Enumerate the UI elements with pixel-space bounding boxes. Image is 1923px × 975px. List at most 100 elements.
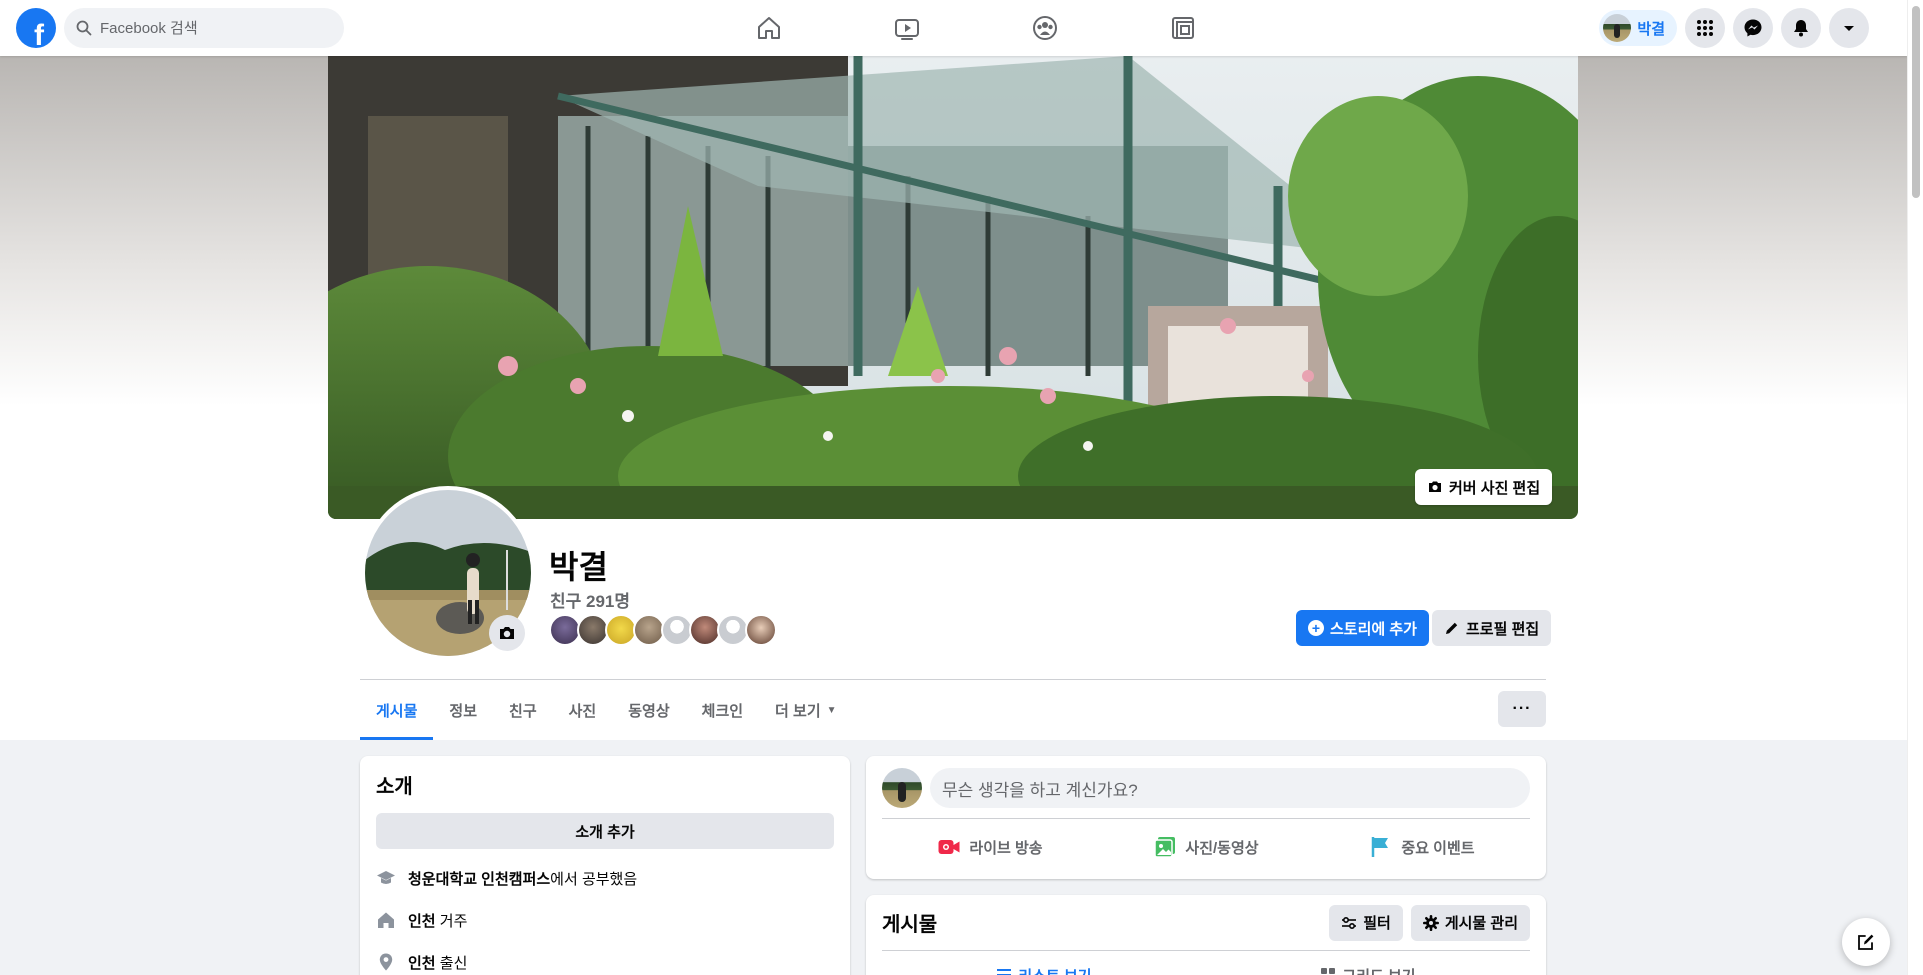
live-video-icon xyxy=(938,840,960,854)
list-icon xyxy=(997,969,1012,975)
home-icon xyxy=(758,17,780,39)
camera-icon xyxy=(1429,481,1441,492)
edit-cover-photo-label: 커버 사진 편집 xyxy=(1449,479,1541,497)
cover-photo[interactable] xyxy=(328,56,1578,519)
notifications-icon xyxy=(1794,20,1808,37)
composer-input[interactable]: 무슨 생각을 하고 계신가요? xyxy=(930,768,1530,808)
facebook-logo-letter: f xyxy=(34,19,44,49)
more-options-button[interactable]: ··· xyxy=(1498,691,1546,727)
posts-card: 게시물 필터 게시물 관리 리스트 보기 그리드 보기 xyxy=(866,895,1546,975)
intro-education-school[interactable]: 청운대학교 인천캠퍼스 xyxy=(408,871,550,888)
camera-icon xyxy=(500,627,514,639)
search-input[interactable] xyxy=(100,19,320,37)
messenger-button[interactable] xyxy=(1733,8,1773,48)
menu-button[interactable] xyxy=(1685,8,1725,48)
tab-label: 체크인 xyxy=(701,702,744,720)
live-video-label: 라이브 방송 xyxy=(969,839,1043,857)
photo-video-button[interactable]: 사진/동영상 xyxy=(1141,827,1270,867)
profile-chip[interactable]: 박결 xyxy=(1599,10,1677,46)
plus-icon: + xyxy=(1308,620,1324,636)
composer-actions: 라이브 방송 사진/동영상 중요 이벤트 xyxy=(882,819,1530,867)
home-icon xyxy=(378,912,394,928)
watch-icon xyxy=(895,19,919,40)
friend-count[interactable]: 친구 291명 xyxy=(550,587,630,612)
profile-name: 박결 xyxy=(549,549,608,585)
intro-from: 인천 출신 xyxy=(376,949,834,975)
tab-photos[interactable]: 사진 xyxy=(553,680,613,740)
add-intro-button[interactable]: 소개 추가 xyxy=(376,813,834,849)
cover-photo-image xyxy=(328,56,1578,519)
manage-posts-label: 게시물 관리 xyxy=(1444,915,1518,932)
gaming-icon xyxy=(1172,17,1194,39)
live-video-button[interactable]: 라이브 방송 xyxy=(925,827,1054,867)
profile-tabs: 게시물 정보 친구 사진 동영상 체크인 더 보기 ▼ xyxy=(360,680,853,740)
page-scrollbar[interactable] xyxy=(1907,0,1923,975)
intro-lives-in-city[interactable]: 인천 xyxy=(408,913,436,930)
tab-friends[interactable]: 친구 xyxy=(493,680,553,740)
friend-avatars xyxy=(549,614,777,646)
tab-checkins[interactable]: 체크인 xyxy=(686,680,759,740)
photo-video-icon xyxy=(1154,837,1176,858)
posts-actions: 필터 게시물 관리 xyxy=(1329,904,1530,941)
search-bar[interactable] xyxy=(64,8,344,48)
life-event-label: 중요 이벤트 xyxy=(1401,839,1475,857)
intro-title: 소개 xyxy=(376,776,413,798)
intro-from-text: 출신 xyxy=(435,954,468,972)
profile-chip-name: 박결 xyxy=(1637,20,1665,38)
life-event-button[interactable]: 중요 이벤트 xyxy=(1357,827,1486,867)
filter-label: 필터 xyxy=(1363,915,1391,932)
nav-gaming[interactable] xyxy=(1114,0,1252,56)
photo-video-label: 사진/동영상 xyxy=(1185,839,1259,857)
new-message-button[interactable] xyxy=(1842,918,1890,966)
right-nav: 박결 xyxy=(1599,8,1869,48)
tab-label: 정보 xyxy=(449,702,478,720)
posts-view-toggle: 리스트 보기 그리드 보기 xyxy=(882,951,1530,975)
life-event-flag-icon xyxy=(1372,837,1389,857)
list-view-tab[interactable]: 리스트 보기 xyxy=(882,951,1206,975)
composer-top-row: 무슨 생각을 하고 계신가요? xyxy=(882,768,1530,819)
pencil-icon xyxy=(1446,622,1458,634)
tab-more[interactable]: 더 보기 ▼ xyxy=(759,680,852,740)
intro-education: 청운대학교 인천캠퍼스에서 공부했음 xyxy=(376,865,834,891)
intro-lives-in-text: 거주 xyxy=(435,912,468,930)
groups-icon xyxy=(1033,16,1057,40)
tab-label: 게시물 xyxy=(376,702,418,720)
filter-button[interactable]: 필터 xyxy=(1329,904,1403,941)
add-to-story-button[interactable]: + 스토리에 추가 xyxy=(1296,610,1429,646)
nav-groups[interactable] xyxy=(976,0,1114,56)
list-view-label: 리스트 보기 xyxy=(1018,965,1091,975)
caret-down-icon: ▼ xyxy=(826,704,837,716)
nav-watch[interactable] xyxy=(838,0,976,56)
tab-posts[interactable]: 게시물 xyxy=(360,680,434,740)
post-composer-card: 무슨 생각을 하고 계신가요? 라이브 방송 사진/동영상 중요 이벤트 xyxy=(866,756,1546,879)
tab-about[interactable]: 정보 xyxy=(433,680,493,740)
notifications-button[interactable] xyxy=(1781,8,1821,48)
top-navigation-bar: f 박결 xyxy=(0,0,1907,56)
tab-videos[interactable]: 동영상 xyxy=(612,680,685,740)
scrollbar-thumb[interactable] xyxy=(1912,6,1920,198)
intro-from-city[interactable]: 인천 xyxy=(408,955,436,972)
grid-view-label: 그리드 보기 xyxy=(1342,965,1415,975)
facebook-logo[interactable]: f xyxy=(16,8,56,48)
account-button[interactable] xyxy=(1829,8,1869,48)
grid-view-tab[interactable]: 그리드 보기 xyxy=(1206,951,1530,975)
education-icon xyxy=(377,871,395,884)
filter-sliders-icon xyxy=(1342,916,1357,929)
edit-profile-button[interactable]: 프로필 편집 xyxy=(1432,610,1552,646)
add-to-story-label: 스토리에 추가 xyxy=(1330,620,1417,638)
intro-lives-in: 인천 거주 xyxy=(376,907,834,933)
nav-home[interactable] xyxy=(700,0,838,56)
edit-profile-label: 프로필 편집 xyxy=(1466,620,1540,638)
friend-avatar[interactable] xyxy=(745,614,777,646)
avatar[interactable] xyxy=(882,768,922,808)
update-profile-picture-button[interactable] xyxy=(489,615,525,651)
tab-label: 동영상 xyxy=(628,702,670,720)
posts-title: 게시물 xyxy=(882,914,938,936)
intro-education-text: 에서 공부했음 xyxy=(550,870,638,888)
edit-cover-photo-button[interactable]: 커버 사진 편집 xyxy=(1415,469,1553,505)
search-icon xyxy=(76,20,92,36)
menu-grid-icon xyxy=(1697,20,1713,36)
gear-icon xyxy=(1422,914,1439,931)
tab-label: 친구 xyxy=(509,702,537,720)
manage-posts-button[interactable]: 게시물 관리 xyxy=(1410,904,1530,941)
